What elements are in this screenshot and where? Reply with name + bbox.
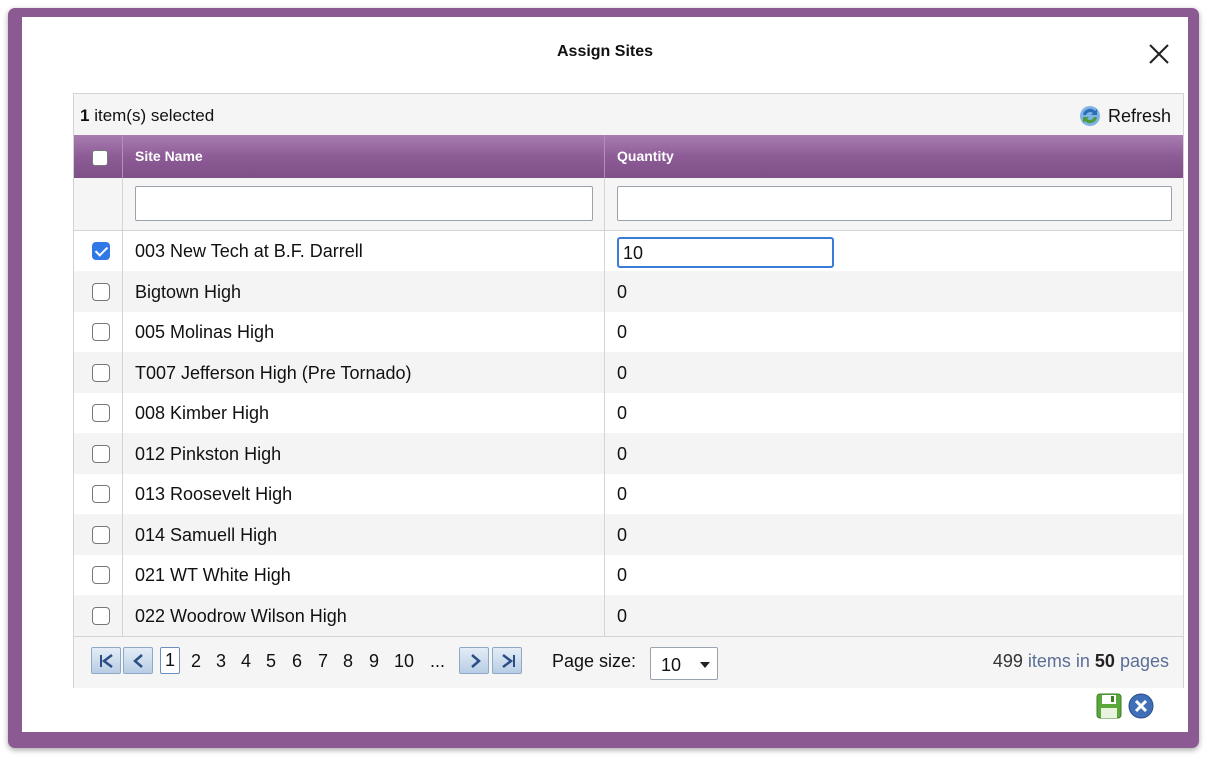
selection-info: 1 item(s) selected — [80, 106, 214, 126]
row-checkbox[interactable] — [92, 444, 110, 463]
items-in-text: items in — [1022, 651, 1095, 671]
table-row[interactable]: 012 Pinkston High 0 — [74, 433, 1183, 474]
select-all-checkbox[interactable] — [92, 150, 108, 166]
quantity-header-label: Quantity — [617, 148, 674, 164]
quantity-cell[interactable]: 0 — [617, 525, 627, 546]
table-row[interactable]: 022 Woodrow Wilson High 0 — [74, 595, 1183, 636]
row-checkbox[interactable] — [92, 404, 110, 422]
row-checkbox[interactable] — [92, 566, 110, 584]
row-checkbox[interactable] — [92, 485, 110, 503]
quantity-cell[interactable]: 0 — [617, 322, 627, 343]
row-checkbox[interactable] — [92, 242, 110, 260]
row-checkbox[interactable] — [92, 525, 110, 544]
pager: 1 2 3 4 5 6 7 8 9 10... Page size: 10 499 items i… — [74, 636, 1183, 688]
site-name-cell: 021 WT White High — [135, 565, 291, 585]
table-row[interactable]: 005 Molinas High 0 — [74, 312, 1183, 352]
site-name-cell: 008 Kimber High — [135, 403, 270, 423]
column-divider — [122, 178, 123, 636]
page-number-3[interactable]: 3 — [216, 651, 226, 672]
page-number-4[interactable]: 4 — [241, 651, 251, 672]
site-name-filter-input[interactable] — [135, 186, 593, 221]
table-row[interactable]: 014 Samuell High 0 — [74, 514, 1183, 555]
page-number-5[interactable]: 5 — [266, 651, 276, 672]
assign-sites-dialog: Assign Sites 1 item(s) selected Refresh — [22, 17, 1188, 732]
first-page-button[interactable] — [91, 647, 121, 674]
page-number-1[interactable]: 1 — [160, 647, 180, 674]
header-site-name[interactable]: Site Name — [123, 135, 605, 178]
chevron-down-icon — [700, 662, 710, 668]
table-row[interactable]: 021 WT White High 0 — [74, 555, 1183, 595]
row-checkbox[interactable] — [92, 282, 110, 301]
refresh-icon — [1079, 106, 1100, 126]
header-select-cell — [74, 135, 123, 178]
quantity-cell[interactable]: 0 — [617, 565, 627, 586]
quantity-cell[interactable]: 0 — [617, 363, 627, 384]
selected-suffix: item(s) selected — [89, 106, 215, 125]
grid-header: Site Name Quantity — [74, 135, 1183, 178]
refresh-button[interactable]: Refresh — [1078, 104, 1171, 128]
page-number-10[interactable]: 10 — [394, 651, 414, 672]
page-number-7[interactable]: 7 — [318, 651, 328, 672]
site-name-cell: 013 Roosevelt High — [135, 484, 293, 504]
quantity-input[interactable]: 10 — [617, 237, 834, 268]
row-checkbox[interactable] — [92, 363, 110, 382]
last-page-button[interactable] — [492, 647, 522, 674]
quantity-cell[interactable]: 0 — [617, 444, 627, 465]
column-divider — [604, 178, 605, 636]
quantity-cell[interactable]: 0 — [617, 282, 627, 303]
site-name-header-label: Site Name — [135, 148, 203, 164]
footer-actions — [1095, 692, 1155, 720]
sites-grid: 1 item(s) selected Refresh Site Name Qua… — [73, 93, 1184, 688]
page-number-2[interactable]: 2 — [191, 651, 201, 672]
site-name-cell: 022 Woodrow Wilson High — [135, 605, 347, 626]
table-row[interactable]: 008 Kimber High 0 — [74, 393, 1183, 433]
cancel-icon[interactable] — [1127, 692, 1155, 720]
site-name-cell: 014 Samuell High — [135, 524, 278, 545]
refresh-label: Refresh — [1107, 105, 1171, 126]
quantity-cell[interactable]: 0 — [617, 484, 627, 505]
page-number-8[interactable]: 8 — [343, 651, 353, 672]
site-name-cell: T007 Jefferson High (Pre Tornado) — [135, 362, 412, 383]
site-name-cell: 005 Molinas High — [135, 322, 275, 342]
table-row[interactable]: 003 New Tech at B.F. Darrell 10 — [74, 231, 1183, 271]
page-size-label: Page size: — [552, 651, 637, 671]
table-row[interactable]: 013 Roosevelt High 0 — [74, 474, 1183, 514]
pages-text: pages — [1114, 651, 1169, 671]
prev-page-button[interactable] — [123, 647, 153, 674]
save-icon[interactable] — [1095, 692, 1123, 720]
row-checkbox[interactable] — [92, 606, 110, 625]
close-icon[interactable] — [1146, 41, 1172, 67]
quantity-cell[interactable]: 0 — [617, 606, 627, 627]
page-number-6[interactable]: 6 — [292, 651, 302, 672]
filter-row — [74, 178, 1183, 231]
site-name-cell: Bigtown High — [135, 281, 242, 302]
site-name-cell: 012 Pinkston High — [135, 443, 282, 464]
table-row[interactable]: Bigtown High 0 — [74, 271, 1183, 312]
quantity-cell[interactable]: 0 — [617, 403, 627, 424]
page-size-select[interactable]: 10 — [650, 647, 718, 680]
pager-info: 499 items in 50 pages — [993, 651, 1169, 672]
dialog-title: Assign Sites — [556, 43, 654, 60]
total-pages: 50 — [1094, 651, 1115, 671]
header-quantity[interactable]: Quantity — [605, 135, 1183, 178]
quantity-filter-input[interactable] — [617, 186, 1172, 221]
row-checkbox[interactable] — [92, 323, 110, 341]
site-name-cell: 003 New Tech at B.F. Darrell — [135, 241, 363, 261]
table-row[interactable]: T007 Jefferson High (Pre Tornado) 0 — [74, 352, 1183, 393]
total-items: 499 — [992, 651, 1023, 671]
next-page-button[interactable] — [459, 647, 489, 674]
page-number-9[interactable]: 9 — [369, 651, 379, 672]
page-size-value: 10 — [661, 655, 682, 675]
page-number-11[interactable]: ... — [430, 651, 445, 672]
grid-toolbar: 1 item(s) selected Refresh — [74, 94, 1183, 135]
